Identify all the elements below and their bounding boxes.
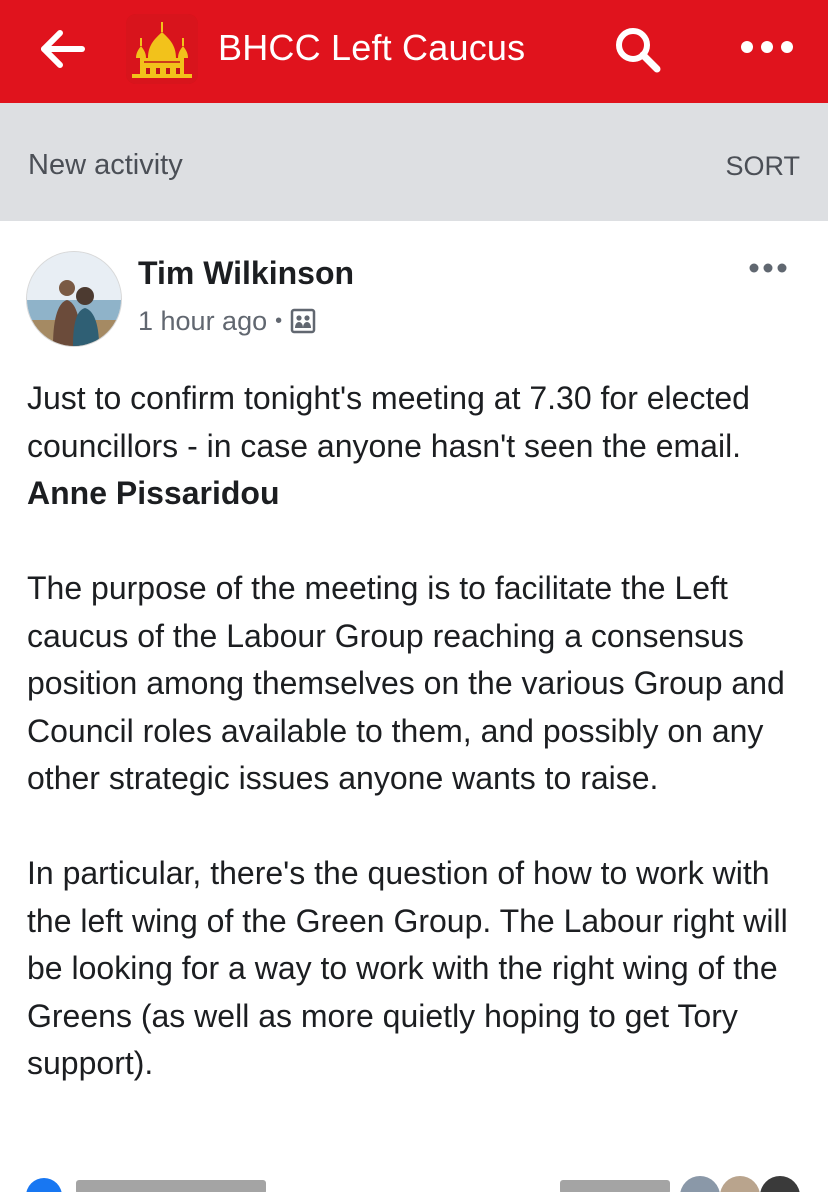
post-text: Just to confirm tonight's meeting at 7.3… [27,380,750,464]
reactions-row-partial [0,1166,828,1192]
mention-link[interactable]: Anne Pissaridou [27,475,280,511]
post-timestamp[interactable]: 1 hour ago [138,304,267,338]
more-horizontal-icon [749,263,787,273]
group-header: BHCC Left Caucus [0,0,828,103]
royal-pavilion-logo [126,14,198,84]
search-button[interactable] [612,24,664,76]
post-paragraph: Just to confirm tonight's meeting at 7.3… [27,375,812,518]
new-activity-label: New activity [28,149,183,181]
group-audience-icon [290,308,316,334]
group-title[interactable]: BHCC Left Caucus [218,24,525,72]
post-body: Just to confirm tonight's meeting at 7.3… [27,375,812,1135]
post-paragraph: The purpose of the meeting is to facilit… [27,570,785,796]
post-paragraph: In particular, there's the question of h… [27,855,788,1081]
meta-separator: • [275,310,283,332]
post-author[interactable]: Tim Wilkinson [138,253,354,293]
activity-bar: New activity SORT [0,103,828,221]
group-logo[interactable] [126,14,198,84]
post-card: Tim Wilkinson 1 hour ago • Just to confi… [0,221,828,1192]
search-icon [616,28,661,73]
author-photo [27,252,121,346]
reaction-icons-partial [26,1176,800,1192]
group-more-button[interactable] [738,34,796,60]
more-horizontal-icon [741,41,793,53]
back-button[interactable] [40,28,86,70]
arrow-left-icon [41,30,85,68]
post-meta: 1 hour ago • [138,303,316,339]
sort-button[interactable]: SORT [725,149,800,183]
post-options-button[interactable] [748,261,788,275]
avatar[interactable] [26,251,122,347]
